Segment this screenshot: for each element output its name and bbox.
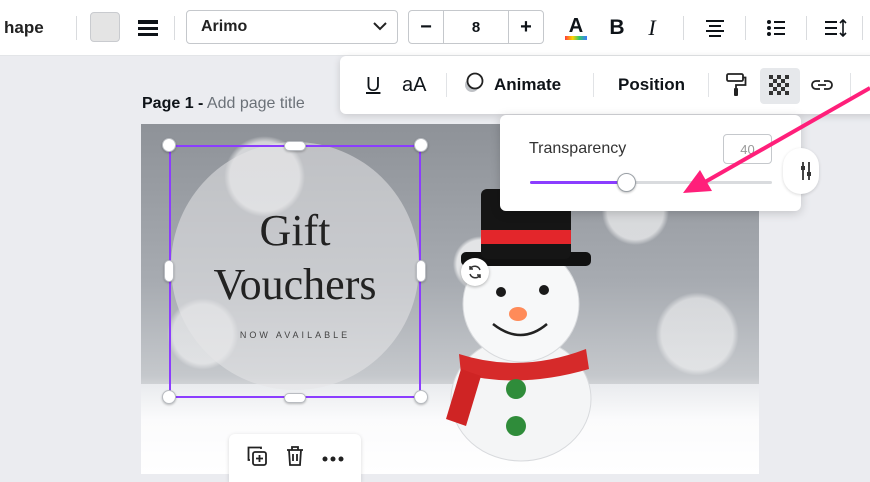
top-toolbar: hape Arimo − 8 + A B I: [0, 0, 870, 56]
decrease-font-size-button[interactable]: −: [409, 11, 443, 43]
position-button[interactable]: Position: [618, 56, 685, 114]
transparency-value-input[interactable]: 40: [723, 134, 772, 164]
line-spacing-icon[interactable]: [820, 12, 852, 44]
resize-handle-bottom[interactable]: [284, 393, 306, 403]
font-size-input[interactable]: 8: [443, 11, 509, 43]
italic-button[interactable]: I: [636, 12, 668, 44]
increase-font-size-button[interactable]: +: [509, 11, 543, 43]
duplicate-icon[interactable]: [246, 445, 268, 472]
slider-fill: [530, 181, 627, 184]
underline-button[interactable]: U: [366, 56, 380, 114]
divider: [446, 73, 447, 97]
side-tool-button[interactable]: [783, 148, 819, 194]
divider: [76, 16, 77, 40]
resize-handle-bottom-left[interactable]: [162, 390, 176, 404]
resize-handle-left[interactable]: [164, 260, 174, 282]
resize-handle-right[interactable]: [416, 260, 426, 282]
resize-handle-top-right[interactable]: [414, 138, 428, 152]
text-color-button[interactable]: A: [560, 12, 592, 44]
divider: [593, 73, 594, 97]
paint-roller-icon[interactable]: [725, 56, 747, 114]
transparency-label: Transparency: [529, 140, 627, 157]
divider: [850, 73, 851, 97]
page-title: Page 1 - Add page title: [142, 95, 305, 113]
transparency-button[interactable]: [760, 68, 800, 104]
more-options-icon[interactable]: [322, 449, 344, 467]
divider: [708, 73, 709, 97]
page-number: Page 1 -: [142, 95, 204, 112]
divider: [806, 16, 807, 40]
settings-icon: [801, 162, 811, 180]
add-page-title-link[interactable]: Add page title: [207, 95, 305, 112]
slider-thumb[interactable]: [617, 173, 637, 192]
resize-handle-top[interactable]: [284, 141, 306, 151]
checker-icon: [769, 75, 789, 95]
font-family-value: Arimo: [201, 18, 248, 35]
secondary-toolbar: U aA Animate Position: [340, 56, 870, 114]
resize-handle-top-left[interactable]: [162, 138, 176, 152]
animate-icon: [462, 72, 486, 99]
rotate-icon[interactable]: [461, 258, 489, 286]
element-action-bar: [229, 434, 361, 482]
font-family-dropdown[interactable]: Arimo: [186, 10, 398, 44]
selection-box: [169, 145, 421, 398]
border-style-icon[interactable]: [132, 12, 164, 44]
divider: [174, 16, 175, 40]
letter-case-button[interactable]: aA: [402, 56, 426, 114]
chevron-down-icon: [373, 18, 387, 36]
resize-handle-bottom-right[interactable]: [414, 390, 428, 404]
divider: [683, 16, 684, 40]
transparency-slider[interactable]: [530, 173, 772, 192]
trash-icon[interactable]: [285, 445, 305, 472]
color-swatch[interactable]: [90, 12, 120, 42]
bulleted-list-icon[interactable]: [760, 12, 792, 44]
bold-button[interactable]: B: [601, 12, 633, 44]
animate-button[interactable]: Animate: [462, 56, 561, 114]
shape-menu-label[interactable]: hape: [4, 0, 44, 56]
animate-label: Animate: [494, 75, 562, 94]
svg-text:A: A: [569, 15, 583, 37]
font-size-stepper: − 8 +: [408, 10, 544, 44]
divider: [745, 16, 746, 40]
divider: [862, 16, 863, 40]
align-center-icon[interactable]: [699, 12, 731, 44]
transparency-popover: Transparency 40: [500, 115, 801, 211]
link-icon[interactable]: [810, 56, 834, 114]
